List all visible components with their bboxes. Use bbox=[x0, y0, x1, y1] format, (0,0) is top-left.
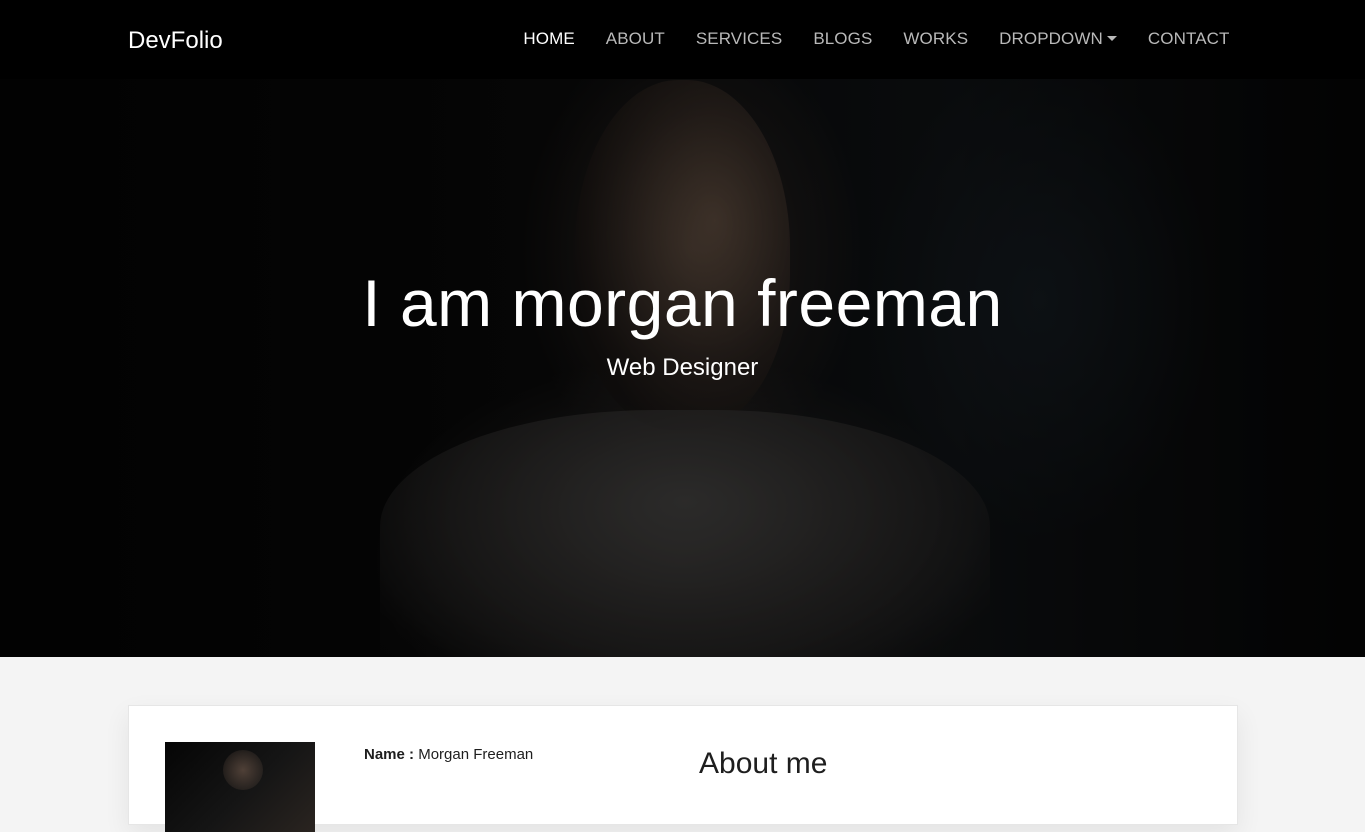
nav-dropdown-label: DROPDOWN bbox=[999, 29, 1103, 48]
nav-link-blogs[interactable]: BLOGS bbox=[798, 28, 888, 50]
about-title: About me bbox=[699, 747, 828, 780]
navbar: DevFolio HOME ABOUT SERVICES BLOGS WORKS… bbox=[0, 0, 1365, 79]
profile-image bbox=[165, 742, 315, 832]
nav-links: HOME ABOUT SERVICES BLOGS WORKS DROPDOWN… bbox=[508, 28, 1245, 50]
about-card: Name : Morgan Freeman About me bbox=[128, 705, 1238, 832]
nav-link-about[interactable]: ABOUT bbox=[590, 28, 680, 50]
hero-section: I am morgan freeman Web Designer bbox=[0, 0, 1365, 657]
nav-link-works[interactable]: WORKS bbox=[888, 28, 984, 50]
info-name-row: Name : Morgan Freeman bbox=[364, 745, 533, 765]
brand-logo[interactable]: DevFolio bbox=[128, 26, 223, 56]
nav-dropdown-toggle[interactable]: DROPDOWN bbox=[984, 28, 1133, 50]
hero-subtitle: Web Designer bbox=[606, 354, 759, 381]
hero-title: I am morgan freeman bbox=[362, 266, 1003, 340]
nav-link-services[interactable]: SERVICES bbox=[680, 28, 797, 50]
info-name-value: Morgan Freeman bbox=[418, 746, 534, 763]
profile-image-highlight bbox=[223, 750, 263, 790]
nav-link-contact[interactable]: CONTACT bbox=[1132, 28, 1245, 50]
nav-link-home[interactable]: HOME bbox=[508, 28, 590, 50]
caret-down-icon bbox=[1106, 36, 1117, 41]
hero-content: I am morgan freeman Web Designer bbox=[0, 262, 1365, 384]
info-name-label: Name : bbox=[364, 746, 415, 763]
